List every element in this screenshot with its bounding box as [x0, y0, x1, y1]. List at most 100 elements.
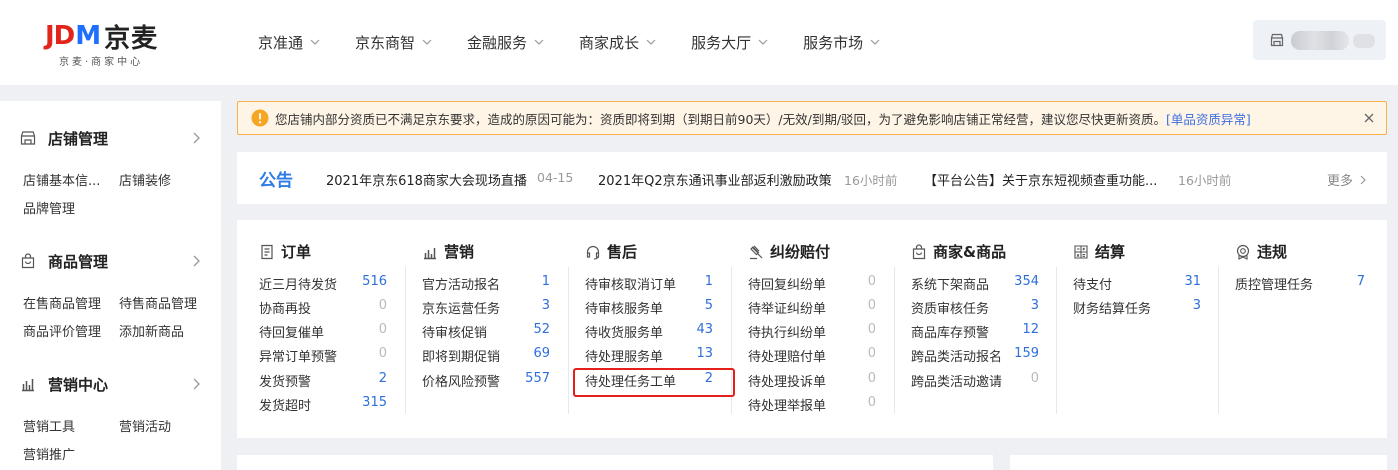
task-row[interactable]: 待处理任务工单 2 [585, 371, 715, 391]
nav-item-jingzhuntong[interactable]: 京准通 [258, 30, 321, 54]
task-count: 0 [378, 346, 387, 361]
chevron-down-icon [310, 39, 320, 45]
task-row[interactable]: 官方活动报名 1 [422, 274, 552, 294]
nav-item-service-hall[interactable]: 服务大厅 [691, 30, 769, 54]
task-count: 0 [867, 274, 876, 289]
sidebar-link-reviews[interactable]: 商品评价管理 [23, 321, 101, 340]
task-count: 0 [867, 346, 876, 361]
nav-item-growth[interactable]: 商家成长 [579, 30, 657, 54]
sidebar-link-add-product[interactable]: 添加新商品 [119, 321, 184, 340]
task-row[interactable]: 待审核服务单 5 [585, 298, 715, 318]
close-icon[interactable] [1362, 111, 1376, 125]
sidebar-link-brand-management[interactable]: 品牌管理 [23, 198, 75, 217]
task-row[interactable]: 跨品类活动邀请 0 [911, 371, 1041, 391]
sidebar-link-store-info[interactable]: 店铺基本信... [23, 170, 100, 189]
nav-item-service-market[interactable]: 服务市场 [803, 30, 881, 54]
task-row[interactable]: 待审核促销 52 [422, 322, 552, 342]
task-label: 待处理服务单 [585, 350, 664, 365]
announcement-item[interactable]: 【平台公告】关于京东短视频查重功能... [924, 170, 1157, 189]
sidebar-link-marketing-activities[interactable]: 营销活动 [119, 416, 171, 435]
task-label: 待收货服务单 [585, 326, 664, 341]
task-row[interactable]: 待处理赔付单 0 [748, 346, 878, 366]
task-count: 3 [1192, 298, 1201, 313]
task-row[interactable]: 近三月待发货 516 [259, 274, 389, 294]
sidebar-link-pending-sale[interactable]: 待售商品管理 [119, 293, 197, 312]
sidebar-link-on-sale[interactable]: 在售商品管理 [23, 293, 101, 312]
jingmai-logo[interactable]: JD M 京麦 京麦·商家中心 [45, 18, 185, 70]
sidebar-group-marketing[interactable]: 营销中心 [20, 374, 108, 394]
task-count: 43 [696, 322, 713, 337]
task-label: 待审核取消订单 [585, 278, 677, 293]
chevron-right-icon[interactable] [190, 254, 202, 268]
sidebar-group-products[interactable]: 商品管理 [20, 251, 108, 271]
nav-item-shangzhi[interactable]: 京东商智 [355, 30, 433, 54]
task-row[interactable]: 即将到期促销 69 [422, 346, 552, 366]
blurred-username [1291, 31, 1349, 50]
task-row[interactable]: 待审核取消订单 1 [585, 274, 715, 294]
task-row[interactable]: 发货预警 2 [259, 371, 389, 391]
task-row[interactable]: 财务结算任务 3 [1073, 298, 1203, 318]
task-row[interactable]: 待举证纠纷单 0 [748, 298, 878, 318]
user-account-menu[interactable] [1253, 20, 1386, 60]
nav-item-finance[interactable]: 金融服务 [467, 30, 545, 54]
task-row[interactable]: 待处理举报单 0 [748, 395, 878, 415]
sidebar-group-title: 店铺管理 [48, 129, 109, 148]
warning-icon [251, 109, 269, 127]
task-label: 待处理投诉单 [748, 375, 827, 390]
task-label: 资质审核任务 [911, 302, 990, 317]
announcement-item[interactable]: 2021年京东618商家大会现场直播 [326, 170, 527, 189]
task-column-after-sales: 售后 待审核取消订单 1 待审核服务单 5 待收货服务单 43 待处理服务单 13 待处… [585, 220, 715, 438]
announcement-label: 公告 [259, 171, 293, 191]
announcement-item[interactable]: 2021年Q2京东通讯事业部返利激励政策 [598, 170, 832, 189]
column-title: 售后 [607, 243, 638, 261]
announcement-time: 04-15 [537, 170, 574, 185]
column-divider [568, 267, 569, 414]
chevron-right-icon[interactable] [190, 131, 202, 145]
task-row[interactable]: 质控管理任务 7 [1235, 274, 1367, 294]
task-count: 69 [533, 346, 550, 361]
task-row[interactable]: 异常订单预警 0 [259, 346, 389, 366]
task-row[interactable]: 资质审核任务 3 [911, 298, 1041, 318]
task-row[interactable]: 系统下架商品 354 [911, 274, 1041, 294]
task-label: 待审核服务单 [585, 302, 664, 317]
task-row[interactable]: 待处理投诉单 0 [748, 371, 878, 391]
task-label: 待审核促销 [422, 326, 488, 341]
nav-label: 京东商智 [355, 33, 416, 52]
task-count: 0 [867, 395, 876, 410]
task-row[interactable]: 待收货服务单 43 [585, 322, 715, 342]
task-row[interactable]: 跨品类活动报名 159 [911, 346, 1041, 366]
task-label: 质控管理任务 [1235, 278, 1314, 293]
chevron-right-icon[interactable] [190, 377, 202, 391]
nav-label: 服务市场 [803, 33, 864, 52]
top-header: JD M 京麦 京麦·商家中心 京准通 京东商智 金融服务 商家成长 服务大厅 服务… [0, 0, 1398, 85]
sidebar-group-title: 商品管理 [48, 252, 109, 271]
sidebar-group-store[interactable]: 店铺管理 [20, 128, 108, 148]
task-count: 31 [1184, 274, 1201, 289]
chevron-down-icon [534, 39, 544, 45]
task-row[interactable]: 协商再投 0 [259, 298, 389, 318]
chevron-down-icon [870, 39, 880, 45]
nav-label: 京准通 [258, 33, 304, 52]
task-row[interactable]: 待回复纠纷单 0 [748, 274, 878, 294]
task-row[interactable]: 价格风险预警 557 [422, 371, 552, 391]
more-announcements-link[interactable]: 更多 [1327, 170, 1368, 189]
sidebar-link-marketing-tools[interactable]: 营销工具 [23, 416, 75, 435]
sidebar-link-store-decoration[interactable]: 店铺装修 [119, 170, 171, 189]
main-nav: 京准通 京东商智 金融服务 商家成长 服务大厅 服务市场 [258, 30, 881, 54]
task-count: 159 [1014, 346, 1039, 361]
task-row[interactable]: 待支付 31 [1073, 274, 1203, 294]
task-row[interactable]: 发货超时 315 [259, 395, 389, 415]
sidebar-link-marketing-promotion[interactable]: 营销推广 [23, 444, 75, 463]
task-row[interactable]: 京东运营任务 3 [422, 298, 552, 318]
task-row[interactable]: 待执行纠纷单 0 [748, 322, 878, 342]
alert-link-product-qualification[interactable]: [单品资质异常] [1166, 109, 1251, 128]
document-icon [261, 244, 273, 259]
task-label: 系统下架商品 [911, 278, 990, 293]
column-title: 纠纷赔付 [770, 243, 831, 261]
task-row[interactable]: 待处理服务单 13 [585, 346, 715, 366]
logo-subtitle: 京麦·商家中心 [59, 57, 144, 68]
announcement-time: 16小时前 [844, 173, 898, 188]
task-row[interactable]: 商品库存预警 12 [911, 322, 1041, 342]
task-count: 0 [378, 298, 387, 313]
task-row[interactable]: 待回复催单 0 [259, 322, 389, 342]
